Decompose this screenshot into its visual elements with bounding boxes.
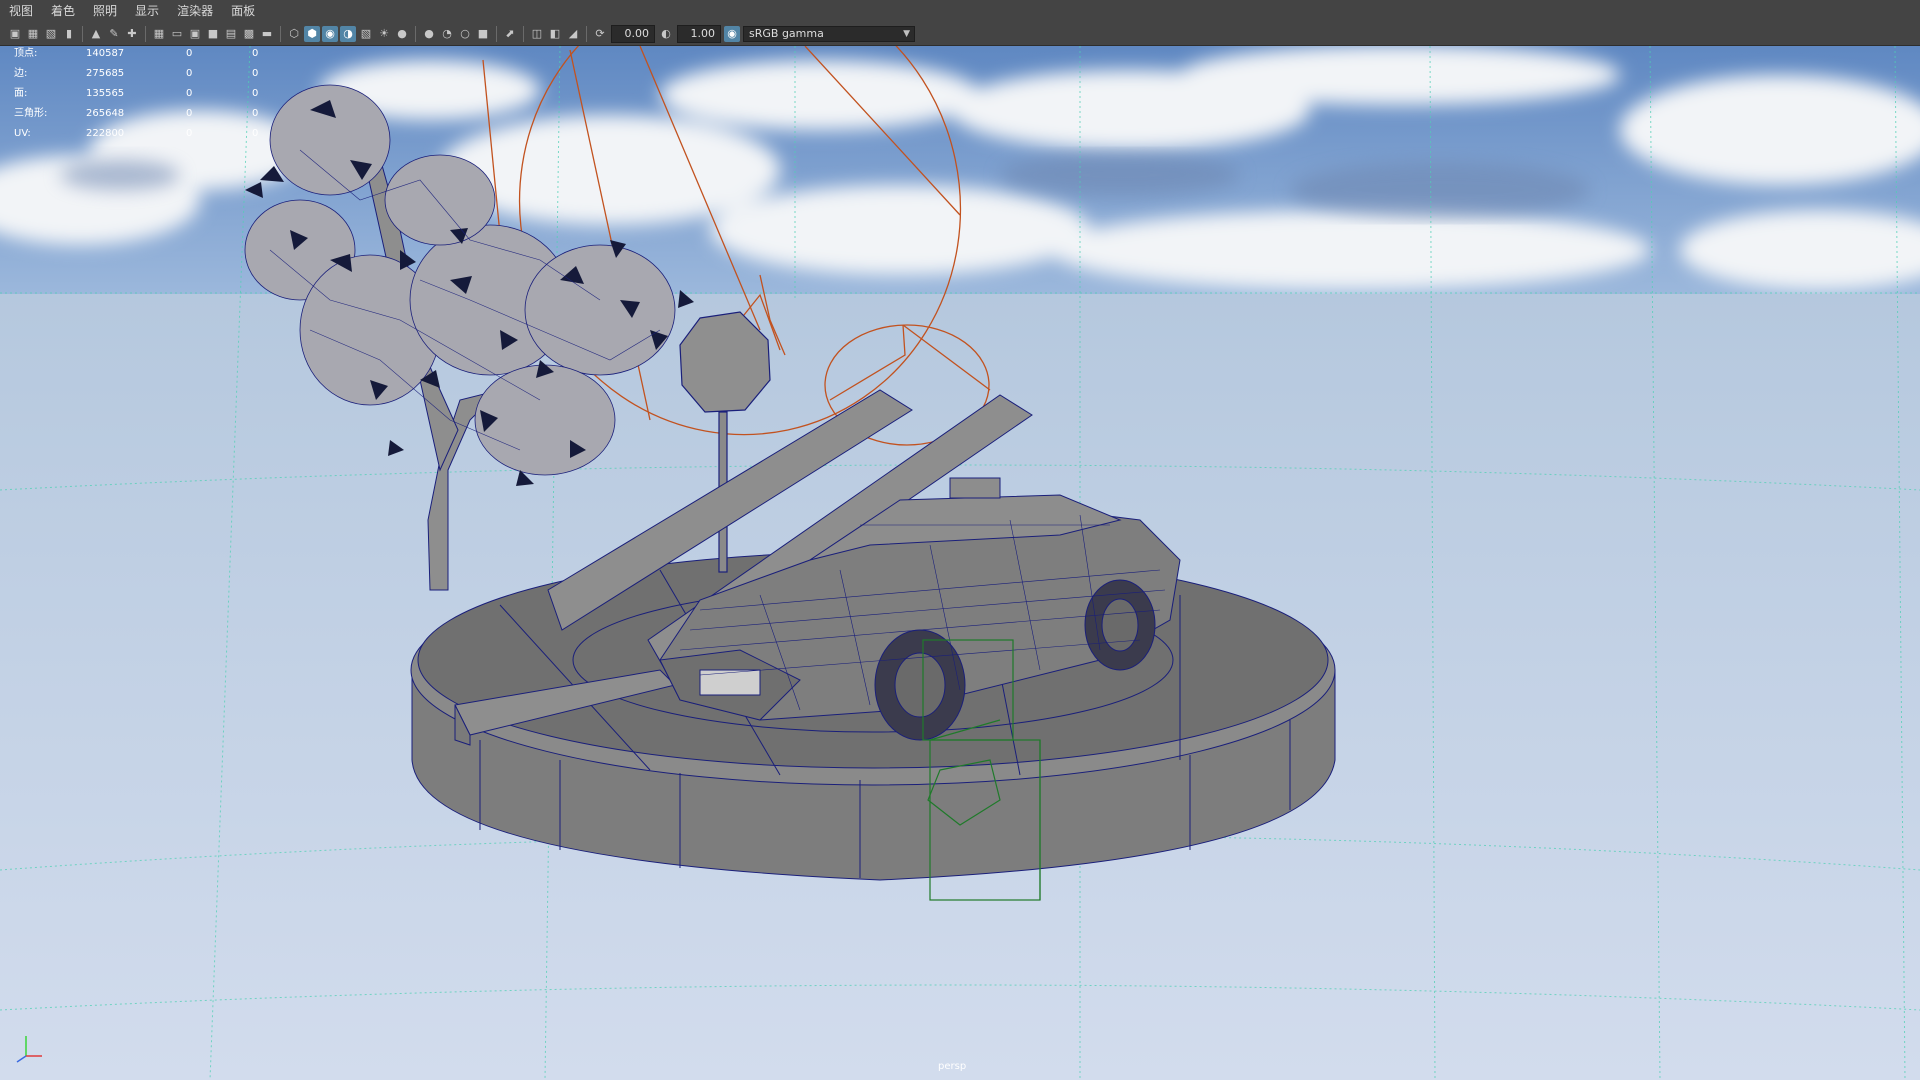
2d-pan-zoom-icon[interactable]: ✚ [124,26,140,42]
toolbar-divider [496,25,497,42]
hud-value: 0 [186,88,193,99]
hud-label: 边: [14,68,28,79]
hud-value: 0 [186,68,193,79]
menu-panels[interactable]: 面板 [222,0,264,22]
color-space-value: sRGB gamma [749,27,824,40]
menu-show[interactable]: 显示 [126,0,168,22]
hud-value: 0 [186,108,193,119]
color-space-dropdown[interactable]: sRGB gamma ▼ [743,25,915,42]
chevron-down-icon: ▼ [903,28,910,39]
camera-attributes-icon[interactable]: ▦ [25,26,41,42]
view-transform-icon[interactable]: ◉ [724,25,740,42]
exposure-icon[interactable]: ⟳ [592,26,608,42]
image-plane-icon[interactable]: ▲ [88,26,104,42]
hud-value: 265648 [86,108,125,119]
safe-action-icon[interactable]: ▩ [241,26,257,42]
wireframe-icon[interactable]: ⬡ [286,26,302,42]
3d-viewport[interactable]: 顶点: 140587 0 0 边: 275685 0 0 面: 135565 0… [0,46,1920,1080]
hud-label: 面: [14,88,28,99]
toolbar-divider [82,25,83,42]
ambient-occlusion-icon[interactable]: ● [421,26,437,42]
hud-value: 0 [252,88,259,99]
gate-mask-icon[interactable]: ■ [205,26,221,42]
xray-icon[interactable]: ◑ [340,25,356,42]
camera-select-icon[interactable]: ▣ [7,26,23,42]
hud-label: UV: [14,128,31,139]
hud-value: 275685 [86,68,125,79]
panel-menu-bar: 视图 着色 照明 显示 渲染器 面板 [0,0,1920,23]
hud-value: 0 [252,68,259,79]
hud-row: 顶点: 140587 0 0 [14,46,292,64]
toolbar-divider [523,25,524,42]
hud-value: 222800 [86,128,125,139]
axis-gizmo-icon [16,1036,42,1063]
wireframe-on-shaded-icon[interactable]: ◉ [322,25,338,42]
menu-view[interactable]: 视图 [0,0,42,22]
hud-value: 0 [252,108,259,119]
menu-lighting[interactable]: 照明 [84,0,126,22]
hud-value: 135565 [86,88,125,99]
bookmark-icon[interactable]: ▮ [61,26,77,42]
field-chart-icon[interactable]: ▤ [223,26,239,42]
xray-joints-icon[interactable]: ◫ [529,26,545,42]
hud-value: 0 [186,128,193,139]
camera-name-label: persp [938,1061,967,1072]
toolbar-divider [415,25,416,42]
safe-title-icon[interactable]: ▬ [259,26,275,42]
grease-pencil-icon[interactable]: ✎ [106,26,122,42]
hud-value: 0 [252,128,259,139]
motion-blur-icon[interactable]: ◔ [439,26,455,42]
use-default-material-icon[interactable]: ▧ [358,26,374,42]
hud-value: 0 [186,48,193,59]
isolate-select-icon[interactable]: ⬈ [502,26,518,42]
lights-icon[interactable]: ☀ [376,26,392,42]
panel-toolbar: ▣ ▦ ▧ ▮ ▲ ✎ ✚ ▦ ▭ ▣ ■ ▤ ▩ ▬ ⬡ ⬢ ◉ ◑ ▧ ☀ … [0,22,1920,46]
backface-icon[interactable]: ◢ [565,26,581,42]
poly-count-hud: 顶点: 140587 0 0 边: 275685 0 0 面: 135565 0… [14,46,292,144]
gamma-icon[interactable]: ◐ [658,26,674,42]
xray-active-icon[interactable]: ◧ [547,26,563,42]
antialiasing-icon[interactable]: ○ [457,26,473,42]
hud-label: 三角形: [14,108,48,119]
exposure-field[interactable]: 0.00 [611,24,655,43]
gamma-field[interactable]: 1.00 [677,24,721,43]
hud-row: 三角形: 265648 0 0 [14,104,292,124]
hud-label: 顶点: [14,48,38,59]
viewport-scene [0,46,1920,1080]
toolbar-divider [145,25,146,42]
resolution-gate-icon[interactable]: ▣ [187,26,203,42]
hud-row: 面: 135565 0 0 [14,84,292,104]
toolbar-divider [586,25,587,42]
grid-icon[interactable]: ▦ [151,26,167,42]
camera-bookmark-icon[interactable]: ▧ [43,26,59,42]
film-gate-icon[interactable]: ▭ [169,26,185,42]
smooth-shade-icon[interactable]: ⬢ [304,25,320,42]
hud-row: UV: 222800 0 0 [14,124,292,144]
hud-value: 140587 [86,48,125,59]
depth-of-field-icon[interactable]: ■ [475,26,491,42]
menu-renderer[interactable]: 渲染器 [168,0,222,22]
hud-row: 边: 275685 0 0 [14,64,292,84]
hud-value: 0 [252,48,259,59]
shadows-icon[interactable]: ● [394,26,410,42]
menu-shading[interactable]: 着色 [42,0,84,22]
toolbar-divider [280,25,281,42]
